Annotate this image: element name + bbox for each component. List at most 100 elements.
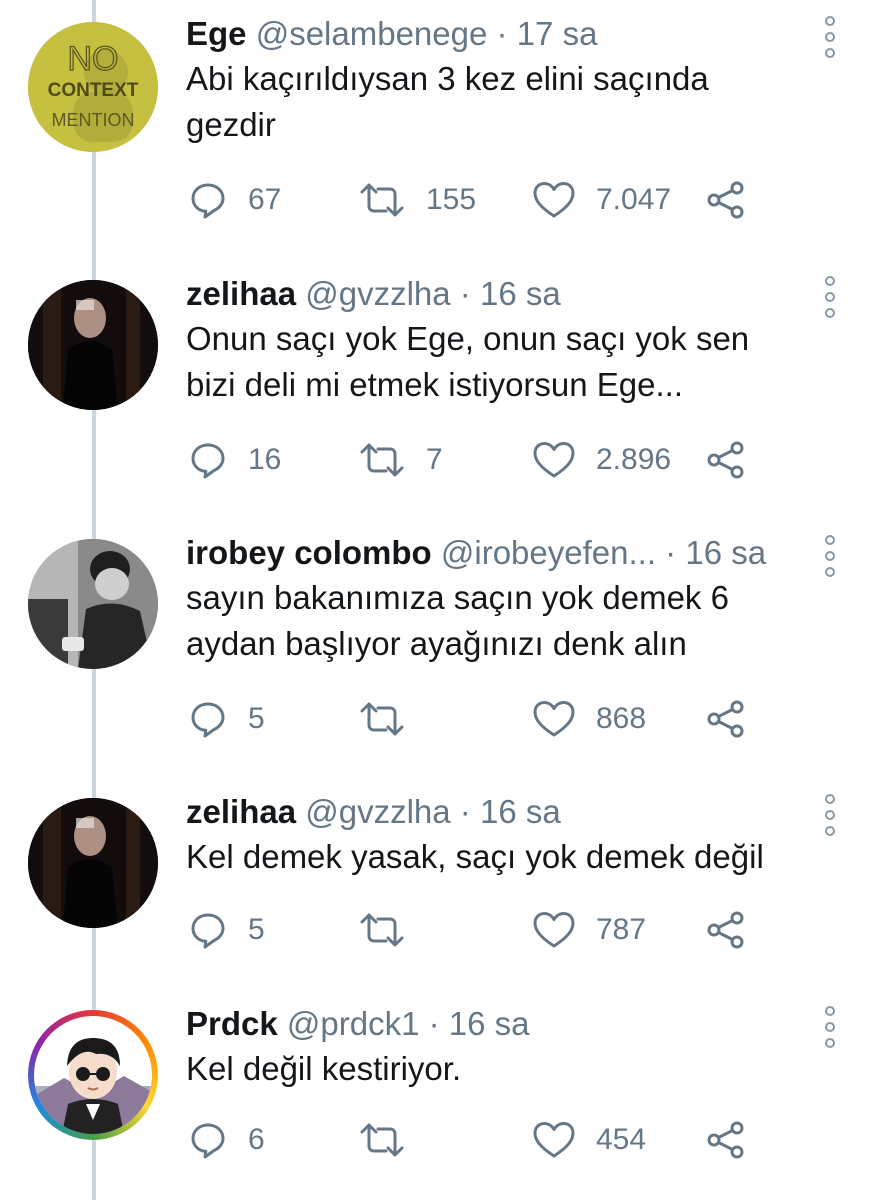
tweet-text: Abi kaçırıldıysan 3 kez elini saçında ge… [186, 56, 806, 148]
avatar[interactable]: NO CONTEXT MENTION [28, 22, 158, 152]
tweet-text: Kel demek yasak, saçı yok demek değil [186, 834, 806, 880]
like-count: 868 [596, 702, 647, 735]
timestamp[interactable]: 16 sa [480, 793, 561, 830]
more-vertical-icon[interactable] [822, 794, 838, 836]
like-button[interactable]: 787 [532, 908, 646, 952]
more-vertical-icon[interactable] [822, 16, 838, 58]
action-bar: 6 454 [188, 1118, 748, 1162]
reply-count: 5 [248, 913, 265, 946]
reply-count: 16 [248, 443, 282, 476]
timestamp[interactable]: 16 sa [449, 1005, 530, 1042]
tweet-text: Kel değil kestiriyor. [186, 1046, 806, 1092]
separator-dot: · [459, 793, 471, 830]
tweet-text-line: sayın bakanımıza saçın yok demek 6 [186, 579, 729, 616]
cartoon-avatar [34, 1016, 152, 1134]
tweet-text-line: bizi deli mi etmek istiyorsun Ege... [186, 366, 684, 403]
like-button[interactable]: 454 [532, 1118, 646, 1162]
more-vertical-icon[interactable] [822, 276, 838, 318]
svg-text:CONTEXT: CONTEXT [48, 80, 139, 101]
share-icon [707, 441, 744, 479]
heart-icon [533, 442, 575, 478]
tweet-text-line: Abi kaçırıldıysan 3 kez elini saçında [186, 60, 709, 97]
svg-text:MENTION: MENTION [52, 110, 135, 130]
user-handle[interactable]: @selambenege [256, 15, 488, 52]
svg-text:NO: NO [68, 40, 119, 78]
tweet-header: zelihaa @gvzzlha · 16 sa [186, 274, 806, 314]
user-handle[interactable]: @irobeyefen... [441, 534, 656, 571]
share-button[interactable] [706, 1118, 746, 1162]
retweet-button[interactable] [358, 1118, 426, 1162]
separator-dot: · [428, 1005, 440, 1042]
share-button[interactable] [706, 438, 746, 482]
more-vertical-icon[interactable] [822, 535, 838, 577]
tweet-text-line: gezdir [186, 106, 276, 143]
action-bar: 5 787 [188, 908, 748, 952]
no-context-logo: NO CONTEXT MENTION [28, 22, 158, 152]
tweet-text-line: Onun saçı yok Ege, onun saçı yok sen [186, 320, 750, 357]
reply-button[interactable]: 5 [188, 908, 265, 952]
reply-icon [191, 183, 225, 219]
display-name[interactable]: zelihaa [186, 275, 296, 312]
reply-button[interactable]: 16 [188, 438, 281, 482]
tweet-text: Onun saçı yok Ege, onun saçı yok sen biz… [186, 316, 806, 408]
user-handle[interactable]: @gvzzlha [305, 275, 450, 312]
tweet-text: sayın bakanımıza saçın yok demek 6 aydan… [186, 575, 806, 667]
tweet-text-line: Kel demek yasak, saçı yok demek değil [186, 838, 764, 875]
like-button[interactable]: 868 [532, 697, 646, 741]
retweet-button[interactable]: 7 [358, 438, 443, 482]
share-button[interactable] [706, 908, 746, 952]
like-count: 2.896 [596, 443, 672, 476]
avatar[interactable] [28, 798, 158, 928]
retweet-icon [360, 183, 404, 217]
separator-dot: · [665, 534, 677, 571]
heart-icon [533, 1122, 575, 1158]
retweet-button[interactable]: 155 [358, 178, 476, 222]
display-name[interactable]: irobey colombo [186, 534, 432, 571]
reply-icon [191, 443, 225, 479]
share-button[interactable] [706, 697, 746, 741]
reply-button[interactable]: 5 [188, 697, 265, 741]
user-handle[interactable]: @prdck1 [287, 1005, 420, 1042]
retweet-icon [360, 443, 404, 477]
share-icon [707, 181, 744, 219]
more-vertical-icon[interactable] [822, 1006, 838, 1048]
display-name[interactable]: zelihaa [186, 793, 296, 830]
like-button[interactable]: 7.047 [532, 178, 671, 222]
like-button[interactable]: 2.896 [532, 438, 671, 482]
action-bar: 16 7 2.896 [188, 438, 748, 482]
avatar[interactable] [28, 539, 158, 669]
avatar[interactable] [28, 280, 158, 410]
tweet-text-line: aydan başlıyor ayağınızı denk alın [186, 625, 687, 662]
heart-icon [533, 701, 575, 737]
action-bar: 5 868 [188, 697, 748, 741]
like-count: 787 [596, 913, 647, 946]
separator-dot: · [496, 15, 508, 52]
timestamp[interactable]: 16 sa [685, 534, 766, 571]
retweet-button[interactable] [358, 697, 426, 741]
reply-icon [191, 702, 225, 738]
retweet-count: 155 [426, 183, 477, 216]
tweet-header: Ege @selambenege · 17 sa [186, 14, 806, 54]
tweet-header: Prdck @prdck1 · 16 sa [186, 1004, 806, 1044]
tweet-header: zelihaa @gvzzlha · 16 sa [186, 792, 806, 832]
display-name[interactable]: Prdck [186, 1005, 278, 1042]
separator-dot: · [459, 275, 471, 312]
heart-icon [533, 912, 575, 948]
user-photo [28, 539, 158, 669]
retweet-button[interactable] [358, 908, 426, 952]
heart-icon [533, 182, 575, 218]
avatar[interactable] [28, 1010, 158, 1140]
reply-icon [191, 913, 225, 949]
user-photo [28, 280, 158, 410]
reply-button[interactable]: 6 [188, 1118, 265, 1162]
reply-button[interactable]: 67 [188, 178, 281, 222]
tweet-text-line: Kel değil kestiriyor. [186, 1050, 462, 1087]
reply-icon [191, 1123, 225, 1159]
share-button[interactable] [706, 178, 746, 222]
timestamp[interactable]: 16 sa [480, 275, 561, 312]
timestamp[interactable]: 17 sa [517, 15, 598, 52]
share-icon [707, 700, 744, 738]
reply-count: 67 [248, 183, 282, 216]
display-name[interactable]: Ege [186, 15, 247, 52]
user-handle[interactable]: @gvzzlha [305, 793, 450, 830]
